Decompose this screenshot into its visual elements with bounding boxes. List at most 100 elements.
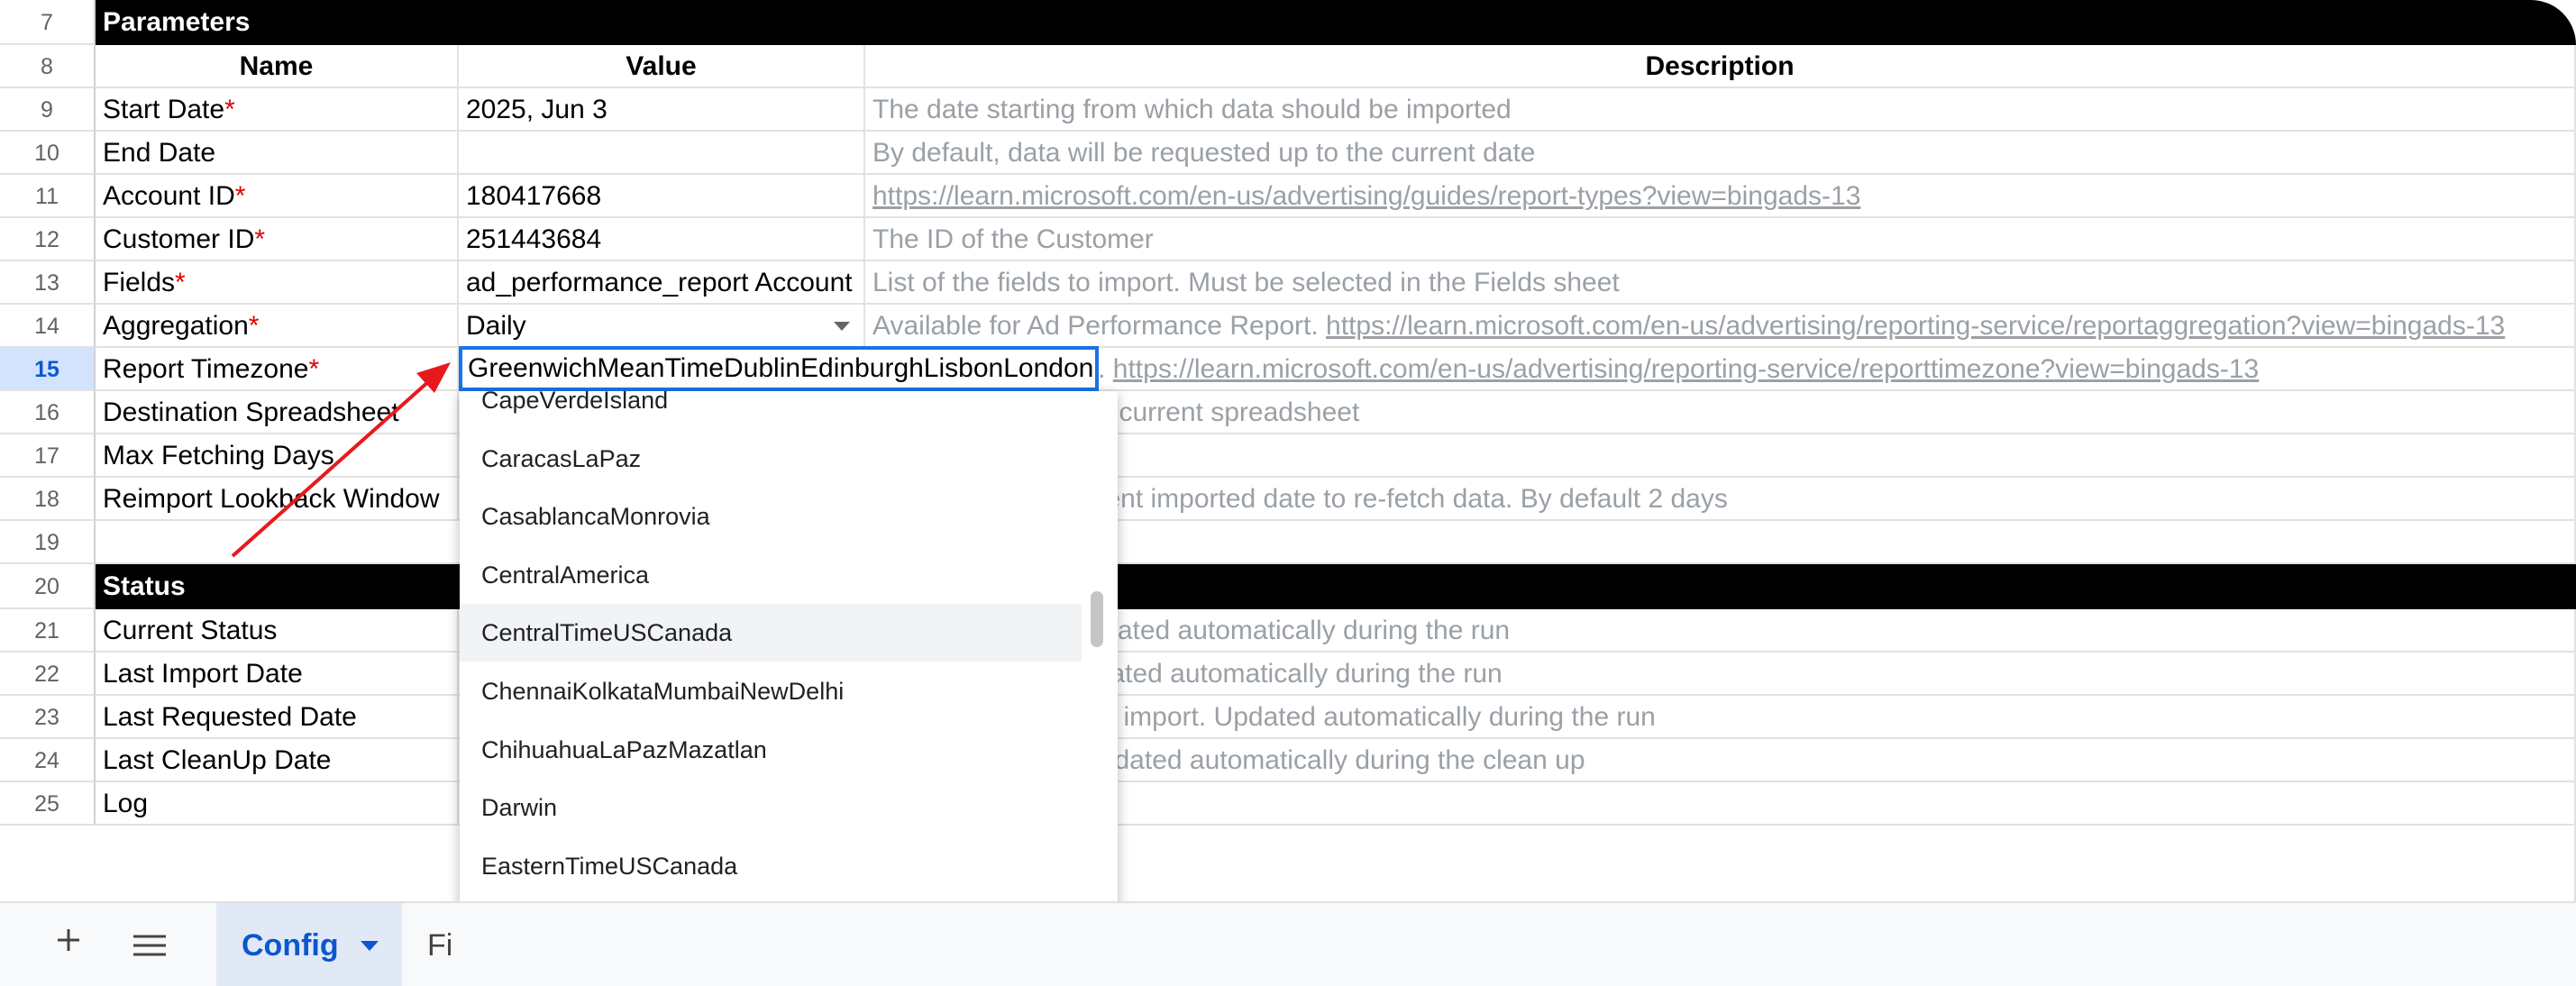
dropdown-option[interactable]: Darwin bbox=[460, 779, 1082, 836]
dropdown-option[interactable]: CaracasLaPaz bbox=[460, 430, 1082, 488]
row-header[interactable]: 17 bbox=[0, 434, 96, 478]
param-name-cell[interactable]: Account ID* bbox=[96, 175, 459, 218]
param-name-cell[interactable]: End Date bbox=[96, 132, 459, 175]
param-name-cell[interactable]: Max Fetching Days bbox=[96, 434, 459, 478]
param-name-cell[interactable]: Report Timezone* bbox=[96, 348, 459, 391]
row-header[interactable]: 12 bbox=[0, 218, 96, 261]
param-value-cell[interactable]: 251443684 bbox=[459, 218, 865, 261]
row-header[interactable]: 13 bbox=[0, 261, 96, 305]
dropdown-option[interactable]: EasternTimeUSCanada bbox=[460, 837, 1082, 895]
param-name: Customer ID bbox=[103, 224, 255, 254]
dropdown-scrollbar[interactable] bbox=[1091, 591, 1103, 647]
param-description-cell[interactable]: be imported into the current spreadsheet bbox=[865, 391, 2576, 434]
required-marker: * bbox=[234, 181, 246, 211]
dropdown-option[interactable]: ChennaiKolkataMumbaiNewDelhi bbox=[460, 662, 1082, 720]
param-name-cell[interactable]: Customer ID* bbox=[96, 218, 459, 261]
description-text: Available for Ad Performance Report. bbox=[872, 311, 1327, 341]
status-description-cell[interactable] bbox=[865, 782, 2576, 826]
status-name-cell[interactable]: Current Status bbox=[96, 609, 459, 653]
param-name: End Date bbox=[103, 138, 216, 168]
status-description-cell[interactable]: t recent cleanup. Updated automatically … bbox=[865, 739, 2576, 782]
status-name: Current Status bbox=[103, 616, 278, 645]
param-value-cell[interactable]: Daily bbox=[459, 305, 865, 348]
tab-config[interactable]: Config bbox=[216, 903, 402, 986]
dropdown-option[interactable]: ChihuahuaLaPazMazatlan bbox=[460, 721, 1082, 779]
chevron-down-icon[interactable] bbox=[834, 322, 850, 331]
row-header[interactable]: 7 bbox=[0, 0, 96, 45]
column-header-name[interactable]: Name bbox=[96, 45, 459, 88]
section-parameters-header[interactable]: Parameters bbox=[96, 0, 2576, 45]
required-marker: * bbox=[248, 311, 260, 341]
status-name-cell[interactable]: Last CleanUp Date bbox=[96, 739, 459, 782]
dropdown-option[interactable]: CasablancaMonrovia bbox=[460, 488, 1082, 545]
param-description-cell[interactable]: List of the fields to import. Must be se… bbox=[865, 261, 2576, 305]
status-name-cell[interactable]: Last Requested Date bbox=[96, 696, 459, 739]
param-name-cell[interactable]: Fields* bbox=[96, 261, 459, 305]
param-name: Aggregation bbox=[103, 311, 249, 341]
row-header[interactable]: 20 bbox=[0, 564, 96, 609]
param-description-cell[interactable]: before the most recent imported date to … bbox=[865, 478, 2576, 521]
row-header[interactable]: 21 bbox=[0, 609, 96, 653]
report-timezone-active-cell[interactable]: GreenwichMeanTimeDublinEdinburghLisbonLo… bbox=[459, 346, 1099, 391]
chevron-down-icon[interactable] bbox=[361, 941, 379, 951]
timezone-dropdown-list[interactable]: CapeVerdeIsland CaracasLaPaz CasablancaMon… bbox=[460, 391, 1118, 973]
status-name-cell[interactable]: Log bbox=[96, 782, 459, 826]
param-value-cell[interactable]: 2025, Jun 3 bbox=[459, 88, 865, 132]
param-description-cell[interactable]: By default, data will be requested up to… bbox=[865, 132, 2576, 175]
description-link[interactable]: https://learn.microsoft.com/en-us/advert… bbox=[1113, 354, 2259, 384]
param-name: Report Timezone bbox=[103, 354, 309, 384]
dropdown-option[interactable]: CentralTimeUSCanada bbox=[460, 604, 1082, 662]
row-header[interactable]: 23 bbox=[0, 696, 96, 739]
row-header[interactable]: 25 bbox=[0, 782, 96, 826]
param-name-cell[interactable]: Aggregation* bbox=[96, 305, 459, 348]
row-header[interactable]: 16 bbox=[0, 391, 96, 434]
description-link[interactable]: https://learn.microsoft.com/en-us/advert… bbox=[1326, 311, 2505, 341]
param-name: Fields bbox=[103, 268, 176, 297]
param-description-cell[interactable]: f dates bbox=[865, 434, 2576, 478]
description-link[interactable]: https://learn.microsoft.com/en-us/advert… bbox=[872, 181, 1860, 211]
dropdown-option[interactable]: CapeVerdeIsland bbox=[460, 391, 1082, 429]
row-header[interactable]: 15 bbox=[0, 348, 96, 391]
param-description-cell[interactable]: The date starting from which data should… bbox=[865, 88, 2576, 132]
row-header[interactable]: 18 bbox=[0, 478, 96, 521]
param-value: 180417668 bbox=[466, 181, 602, 211]
row-header[interactable]: 22 bbox=[0, 653, 96, 696]
plus-icon[interactable] bbox=[54, 923, 83, 963]
description-text: List of the fields to import. Must be se… bbox=[872, 268, 1620, 297]
param-description-cell[interactable]: The ID of the Customer bbox=[865, 218, 2576, 261]
row-header[interactable]: 10 bbox=[0, 132, 96, 175]
param-description-cell[interactable]: https://learn.microsoft.com/en-us/advert… bbox=[865, 175, 2576, 218]
param-description-cell[interactable]: Available for Ad Performance Report. htt… bbox=[865, 305, 2576, 348]
row-header[interactable]: 24 bbox=[0, 739, 96, 782]
status-description-cell[interactable]: ested during the last import. Updated au… bbox=[865, 696, 2576, 739]
param-description-cell[interactable]: erformance Report. https://learn.microso… bbox=[865, 348, 2576, 391]
param-name-cell[interactable]: Destination Spreadsheet bbox=[96, 391, 459, 434]
row-header[interactable]: 8 bbox=[0, 45, 96, 88]
param-value-cell[interactable]: 180417668 bbox=[459, 175, 865, 218]
status-description-cell[interactable]: t recent import. Updated automatically d… bbox=[865, 653, 2576, 696]
spreadsheet-grid: 7 8 9 10 11 12 13 14 15 16 17 18 19 20 21 22 23 24 25 Para… bbox=[0, 0, 2576, 986]
param-value: Daily bbox=[466, 311, 526, 341]
param-value-cell[interactable] bbox=[459, 132, 865, 175]
status-name-cell[interactable]: Last Import Date bbox=[96, 653, 459, 696]
status-description-cell[interactable]: the data import. Updated automatically d… bbox=[865, 609, 2576, 653]
tab-fields[interactable]: Fi bbox=[427, 903, 452, 986]
tab-config-label: Config bbox=[242, 928, 339, 963]
menu-icon[interactable] bbox=[133, 927, 166, 967]
required-marker: * bbox=[175, 268, 186, 297]
sheet-tab-bar: Config Fi bbox=[0, 901, 2576, 986]
param-name-cell[interactable]: Start Date* bbox=[96, 88, 459, 132]
column-header-value[interactable]: Value bbox=[459, 45, 865, 88]
row-header[interactable]: 11 bbox=[0, 175, 96, 218]
dropdown-option[interactable]: CentralAmerica bbox=[460, 546, 1082, 604]
param-value: 251443684 bbox=[466, 224, 602, 254]
param-name: Start Date bbox=[103, 95, 225, 124]
row-header[interactable]: 14 bbox=[0, 305, 96, 348]
param-value: 2025, Jun 3 bbox=[466, 95, 607, 124]
column-header-description[interactable]: Description bbox=[865, 45, 2576, 88]
required-marker: * bbox=[308, 354, 320, 384]
row-header[interactable]: 9 bbox=[0, 88, 96, 132]
param-name-cell[interactable]: Reimport Lookback Window bbox=[96, 478, 459, 521]
param-value-cell[interactable]: ad_performance_report Account bbox=[459, 261, 865, 305]
row-header[interactable]: 19 bbox=[0, 521, 96, 564]
